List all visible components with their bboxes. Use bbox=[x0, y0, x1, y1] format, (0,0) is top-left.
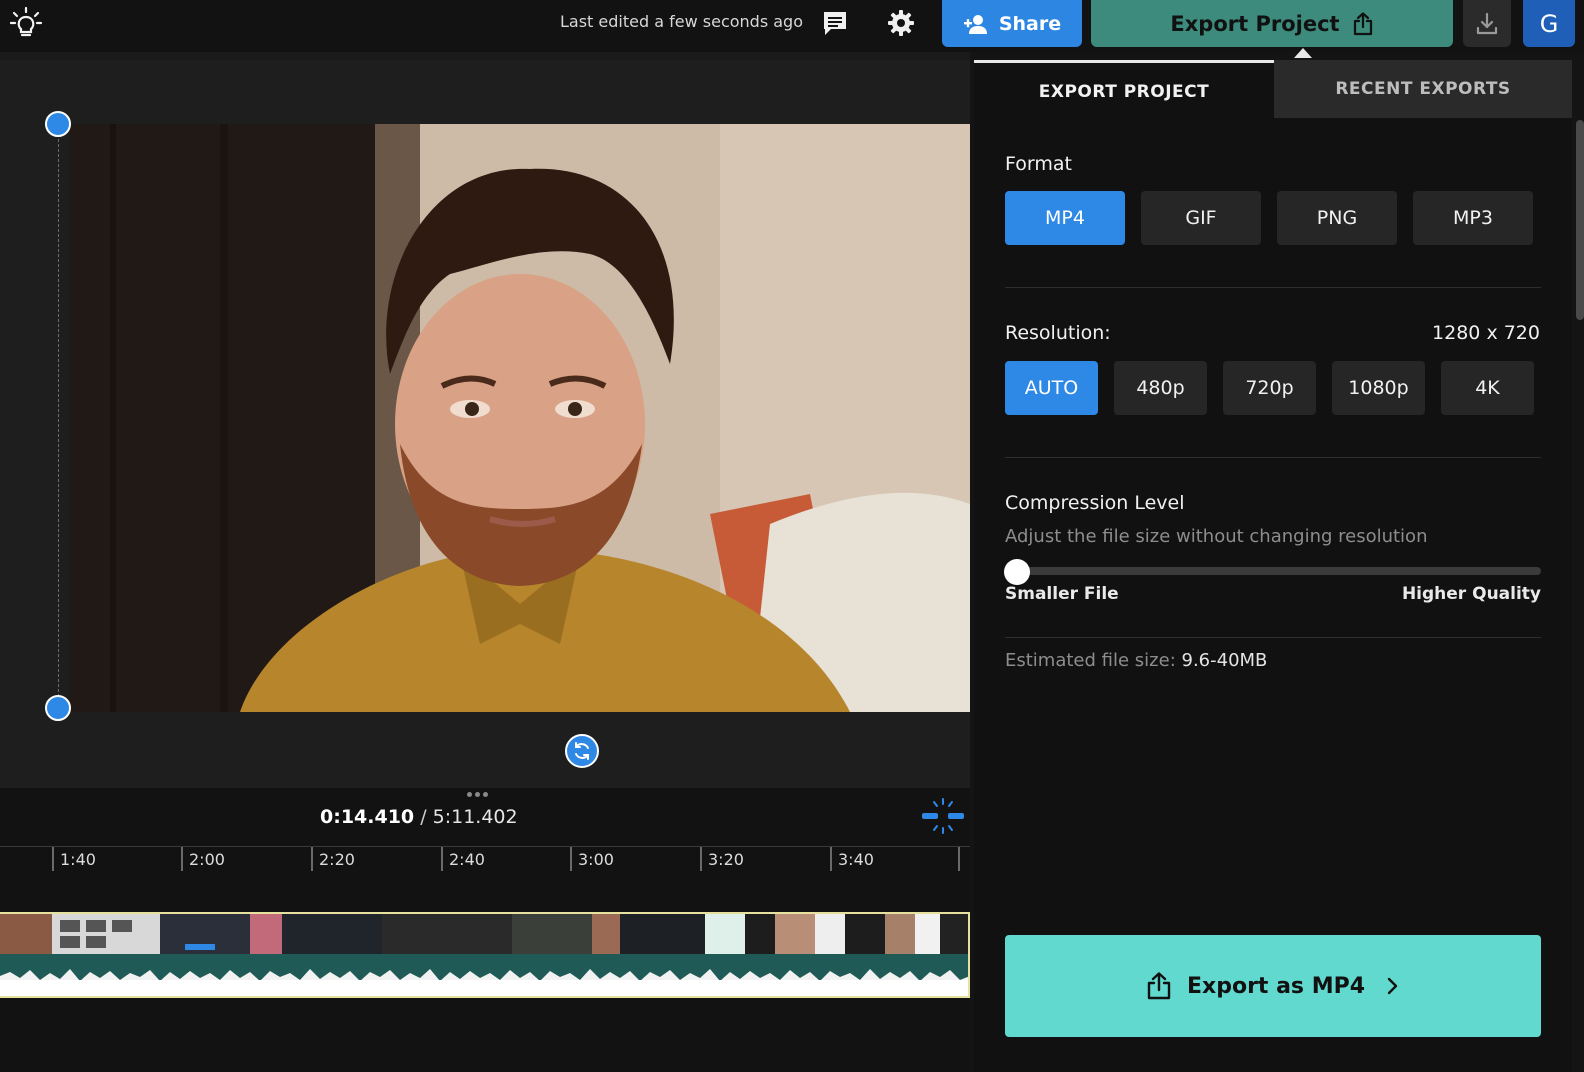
ruler-tick: 2:00 bbox=[181, 847, 225, 871]
estimate-value: 9.6-40MB bbox=[1181, 650, 1268, 671]
estimate-label: Estimated file size: bbox=[1005, 650, 1176, 671]
export-as-mp4-label: Export as MP4 bbox=[1186, 973, 1366, 999]
ruler-tick: 2:40 bbox=[441, 847, 485, 871]
share-button[interactable]: Share bbox=[942, 0, 1082, 47]
slider-min-label: Smaller File bbox=[1005, 584, 1119, 604]
ruler-tick: 3:40 bbox=[830, 847, 874, 871]
snap-icon[interactable] bbox=[920, 798, 966, 834]
format-option-mp3[interactable]: MP3 bbox=[1413, 191, 1533, 245]
share-label: Share bbox=[998, 12, 1062, 35]
resolution-option-4k[interactable]: 4K bbox=[1441, 361, 1534, 415]
gear-icon[interactable] bbox=[886, 8, 916, 38]
format-label: Format bbox=[1005, 153, 1072, 175]
ruler-tick: 2:20 bbox=[311, 847, 355, 871]
download-icon bbox=[1476, 12, 1498, 34]
panel-pointer bbox=[1294, 48, 1312, 58]
download-button[interactable] bbox=[1463, 0, 1511, 47]
resolution-label: Resolution: bbox=[1005, 322, 1111, 344]
compression-slider[interactable] bbox=[1005, 567, 1541, 575]
slider-max-label: Higher Quality bbox=[1401, 584, 1541, 604]
timeline-resize-handle[interactable] bbox=[466, 792, 488, 800]
panel-scrollbar[interactable] bbox=[1576, 120, 1584, 320]
format-option-png[interactable]: PNG bbox=[1277, 191, 1397, 245]
current-time: 0:14.410 bbox=[320, 806, 415, 828]
video-clip-track[interactable] bbox=[0, 912, 970, 998]
timeline-ruler[interactable]: 1:40 2:00 2:20 2:40 3:00 3:20 3:40 bbox=[0, 846, 970, 876]
rotate-icon bbox=[575, 742, 589, 760]
last-edited-status: Last edited a few seconds ago bbox=[560, 12, 803, 31]
divider bbox=[1005, 637, 1541, 638]
export-project-button[interactable]: Export Project bbox=[1091, 0, 1453, 47]
export-panel-tabs: EXPORT PROJECT RECENT EXPORTS bbox=[974, 60, 1572, 120]
total-time: 5:11.402 bbox=[432, 806, 518, 828]
crop-handle-bottom-left[interactable] bbox=[45, 695, 71, 721]
export-as-mp4-button[interactable]: Export as MP4 bbox=[1005, 935, 1541, 1037]
chevron-right-icon bbox=[1387, 977, 1398, 995]
time-separator: / bbox=[420, 806, 427, 828]
share-upload-icon bbox=[1353, 11, 1372, 35]
comment-icon[interactable] bbox=[820, 8, 850, 38]
ruler-tick: 3:00 bbox=[570, 847, 614, 871]
video-frame-image bbox=[70, 124, 970, 712]
user-avatar[interactable]: G bbox=[1523, 0, 1575, 47]
tab-recent-exports[interactable]: RECENT EXPORTS bbox=[1274, 60, 1572, 118]
audio-waveform bbox=[0, 954, 968, 996]
ruler-tick-end bbox=[958, 847, 960, 871]
add-person-icon bbox=[963, 14, 987, 34]
format-option-mp4[interactable]: MP4 bbox=[1005, 191, 1125, 245]
divider bbox=[1005, 287, 1541, 288]
resolution-option-720p[interactable]: 720p bbox=[1223, 361, 1316, 415]
resolution-option-1080p[interactable]: 1080p bbox=[1332, 361, 1425, 415]
crop-handle-top-left[interactable] bbox=[45, 111, 71, 137]
ruler-tick: 1:40 bbox=[52, 847, 96, 871]
resolution-value: 1280 x 720 bbox=[1432, 322, 1540, 344]
rotate-button[interactable] bbox=[565, 734, 599, 768]
compression-hint: Adjust the file size without changing re… bbox=[1005, 526, 1428, 547]
clip-thumbnails bbox=[0, 914, 968, 954]
ruler-tick: 3:20 bbox=[700, 847, 744, 871]
resolution-option-auto[interactable]: AUTO bbox=[1005, 361, 1098, 415]
app-root: Last edited a few seconds ago Share Expo… bbox=[0, 0, 1584, 1072]
video-canvas bbox=[0, 52, 970, 788]
timecode: 0:14.410 / 5:11.402 bbox=[320, 806, 518, 828]
divider bbox=[1005, 457, 1541, 458]
share-upload-icon bbox=[1147, 972, 1171, 1000]
tab-export-project[interactable]: EXPORT PROJECT bbox=[974, 60, 1274, 120]
timeline-panel: 0:14.410 / 5:11.402 1:40 2:00 2:20 2:40 bbox=[0, 788, 970, 1072]
compression-label: Compression Level bbox=[1005, 492, 1185, 514]
compression-slider-thumb[interactable] bbox=[1004, 559, 1030, 585]
estimated-file-size: Estimated file size: 9.6-40MB bbox=[1005, 650, 1267, 671]
top-bar: Last edited a few seconds ago Share Expo… bbox=[0, 0, 1584, 58]
lightbulb-icon[interactable] bbox=[10, 6, 42, 40]
format-option-gif[interactable]: GIF bbox=[1141, 191, 1261, 245]
export-project-label: Export Project bbox=[1170, 11, 1340, 36]
video-preview[interactable] bbox=[70, 124, 970, 712]
resolution-option-480p[interactable]: 480p bbox=[1114, 361, 1207, 415]
